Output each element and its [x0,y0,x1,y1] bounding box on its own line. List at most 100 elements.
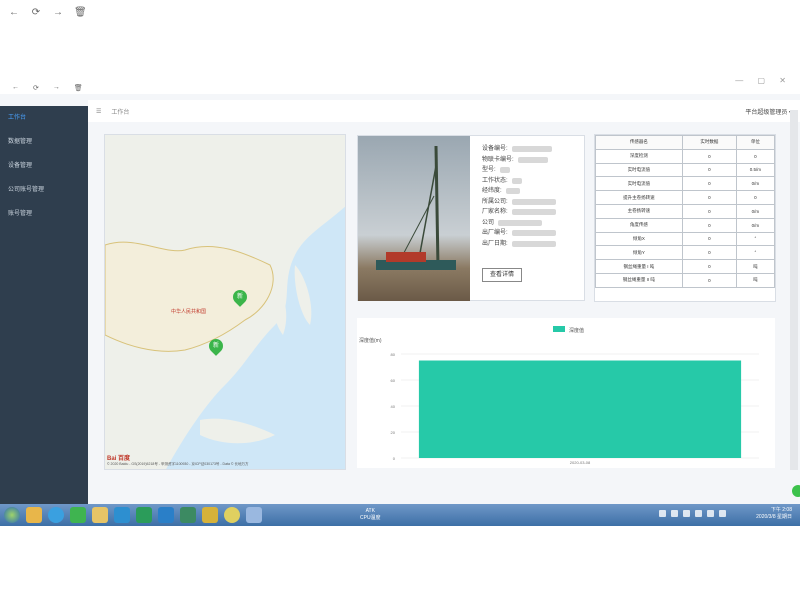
taskbar-center-label: ATK CPU温度 [360,508,381,522]
device-label: 公司 [482,219,495,226]
device-label: 设备编号: [482,146,508,152]
table-cell: 0 [681,231,737,247]
table-cell: 0 [681,203,737,219]
sensor-table: 传感器名 实时数据 单位 深度检测 0 0 实时电流值 0 0.5/m 实时电流值 0 0/m 提… [595,135,776,288]
clock-date: 2020/3/8 星期日 [756,514,792,520]
tray-icon[interactable] [671,510,678,517]
sensor-table-body: 深度检测 0 0 实时电流值 0 0.5/m 实时电流值 0 0/m 提升主卷扬转速 0 0 主卷扬转速… [595,148,776,288]
browser-toolbar: ← ⟳ → 🗑 [0,0,800,24]
table-row: 深度检测 0 0 [595,148,776,164]
app-icon[interactable] [180,507,196,523]
view-details-button[interactable]: 查看详情 [482,268,522,282]
table-cell: 0/m [735,203,776,219]
refresh-icon[interactable]: ⟳ [30,7,42,18]
baidu-logo: Bai 百度 [107,456,131,462]
device-label: 出厂日期: [482,240,508,247]
sidebar-item-workbench[interactable]: 工作台 [0,106,88,130]
trash-icon[interactable]: 🗑 [74,84,83,92]
device-panel: 设备编号: 物联卡编号: 型号: 工作状态: 经纬度: 所属公司: 厂家名称: … [357,135,585,301]
app-icon[interactable] [224,507,240,523]
forward-icon[interactable]: → [52,7,64,18]
depth-chart: 深度值深度值(m) 0 20 40 60 80 2020-03-08 [359,326,759,465]
table-cell: 0 [735,148,776,164]
top-bar: ☰ 工作台 平台超级管理员 ▾ [88,100,800,122]
table-cell: 角度传感 [595,217,683,233]
column-header: 单位 [735,135,776,150]
table-cell: 吨 [735,259,776,274]
map-panel[interactable]: 中华人民共和国 新 新 Bai 百度 © 2020 Baidu - GS(201… [104,134,346,470]
sidebar-item-accounts[interactable]: 账号管理 [0,202,88,226]
y-axis-label: 深度值(m) [359,337,382,344]
tray-icon[interactable] [659,510,666,517]
refresh-icon[interactable]: ⟳ [33,84,39,92]
table-row: 主卷扬转速 0 0/m [595,203,776,219]
table-cell: 0/m [735,217,776,233]
clock-time: 下午 2:08 [770,507,792,513]
marker-label: 新 [212,343,219,349]
browser-chrome: ← ⟳ → 🗑 — ▢ ✕ [0,74,800,94]
tray-icon[interactable] [683,510,690,517]
back-icon[interactable]: ← [12,84,19,92]
table-cell: 钢丝绳重量 I 吨 [595,259,683,274]
tray-icon[interactable] [719,510,726,517]
depth-chart-panel: 深度值 深度值(m) 0 20 40 60 80 2020-03-08 [357,318,775,468]
y-tick-label: 60 [391,378,396,383]
marker-label: 新 [236,294,243,300]
tray-icon[interactable] [695,510,702,517]
browser-icon[interactable] [48,507,64,523]
device-photo [358,136,470,301]
forward-icon[interactable]: → [53,84,60,92]
table-cell: 提升主卷扬转速 [595,190,683,205]
table-cell: 实时电流值 [595,176,683,192]
floating-assistant-icon[interactable] [792,485,800,497]
device-label: 物联卡编号: [482,156,514,163]
start-button-icon[interactable] [4,507,20,523]
trash-icon[interactable]: 🗑 [74,7,87,18]
app-icon[interactable] [26,507,42,523]
map-svg [105,135,345,469]
taskbar-text: ATK [365,508,375,514]
device-label: 出厂编号: [482,230,508,236]
app-icon[interactable] [70,507,86,523]
table-cell: 0 [681,162,737,178]
user-menu[interactable]: 平台超级管理员 ▾ [745,107,792,116]
y-tick-label: 40 [391,404,396,409]
menu-icon[interactable]: ☰ [96,108,101,115]
device-label: 厂家名称: [482,209,508,215]
table-cell: 0 [681,245,737,261]
table-row: 钢丝绳重量 II 吨0吨 [595,272,776,288]
device-info: 设备编号: 物联卡编号: 型号: 工作状态: 经纬度: 所属公司: 厂家名称: … [482,144,556,249]
page-scrollbar[interactable] [790,110,798,470]
tray-icon[interactable] [707,510,714,517]
table-cell: 0 [681,190,737,205]
window-controls[interactable]: — ▢ ✕ [735,76,792,85]
app-icon[interactable] [114,507,130,523]
x-tick-label: 2020-03-08 [570,460,591,465]
sidebar-item-company-accounts[interactable]: 公司账号管理 [0,178,88,202]
sidebar-item-data[interactable]: 数据管理 [0,130,88,154]
map-attribution: © 2020 Baidu - GS(2019)5218号 - 甲测资字11009… [107,462,249,466]
map-marker[interactable]: 新 [206,336,226,356]
table-cell: 0.5/m [735,162,776,178]
map-country-label: 中华人民共和国 [171,309,207,315]
column-header: 传感器名 [595,135,683,150]
app-icon[interactable] [246,507,262,523]
taskbar-clock[interactable]: 下午 2:08 2020/3/8 星期日 [756,507,792,521]
sidebar-item-devices[interactable]: 设备管理 [0,154,88,178]
table-cell: 0 [681,148,737,164]
device-label: 工作状态: [482,177,508,184]
app-icon[interactable] [158,507,174,523]
system-tray [659,510,726,517]
app-icon[interactable] [202,507,218,523]
app-icon[interactable] [136,507,152,523]
back-icon[interactable]: ← [8,7,20,18]
table-cell: 0 [681,259,737,274]
column-header: 实时数据 [681,135,737,150]
legend-label: 深度值 [569,327,584,334]
table-cell: ° [735,245,776,261]
table-row: 提升主卷扬转速 0 0 [595,190,776,205]
map-marker[interactable]: 新 [230,287,250,307]
table-header-row: 传感器名 实时数据 单位 [595,135,776,150]
folder-icon[interactable] [92,507,108,523]
table-row: 倾角Y 0 ° [595,245,776,261]
